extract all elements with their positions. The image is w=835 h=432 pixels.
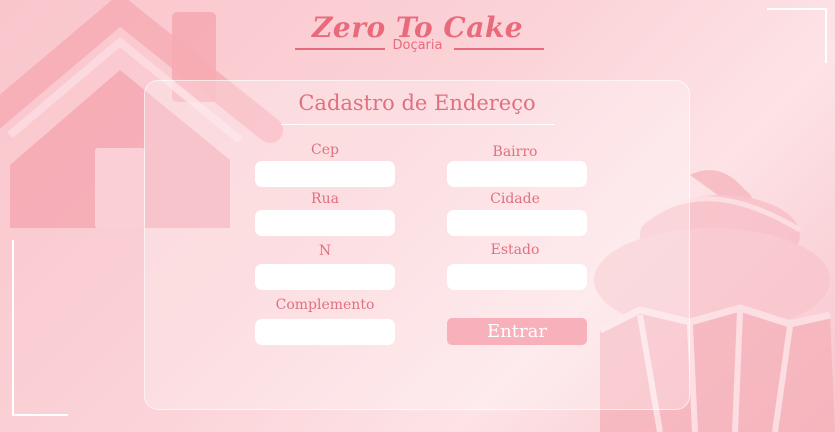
estado-input[interactable] [447,264,587,290]
brand-logo: Zero To Cake Doçaria [0,12,835,56]
numero-input[interactable] [255,264,395,290]
form-title: Cadastro de Endereço [298,91,536,115]
cidade-label: Cidade [490,191,540,207]
numero-label: N [318,243,332,259]
corner-frame-bottom-left [12,240,68,416]
cidade-input[interactable] [447,210,587,236]
form-title-divider [281,124,555,125]
brand-subtitle-row: Doçaria [0,38,835,56]
cep-input[interactable] [255,161,395,187]
bairro-input[interactable] [447,161,587,187]
estado-label: Estado [490,242,540,258]
complemento-label: Complemento [275,297,375,313]
submit-button[interactable]: Entrar [447,318,587,345]
rua-input[interactable] [255,210,395,236]
rua-label: Rua [311,191,339,207]
brand-subtitle: Doçaria [392,38,443,53]
address-form-card: Cadastro de Endereço Cep Rua N Complemen… [144,80,690,410]
complemento-input[interactable] [255,319,395,345]
bairro-label: Bairro [492,144,538,160]
brand-divider-right [454,48,544,50]
cep-label: Cep [311,142,339,158]
